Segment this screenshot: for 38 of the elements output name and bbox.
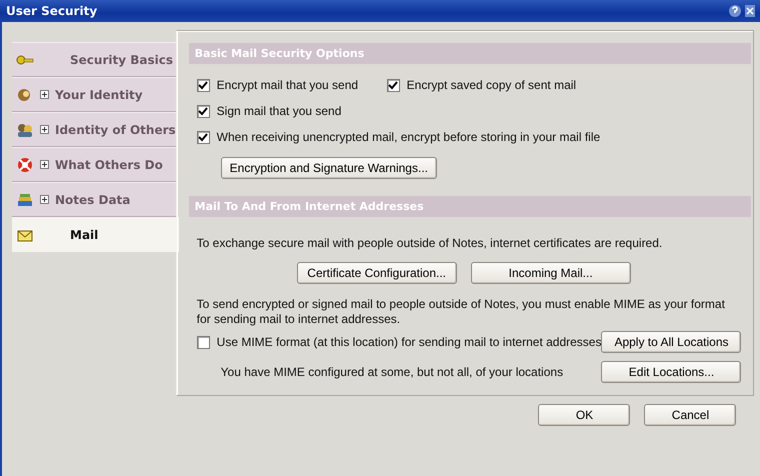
check-mark-icon [388, 80, 398, 90]
sidebar-item[interactable]: Notes Data [12, 182, 176, 217]
section-header: Mail To And From Internet Addresses [188, 196, 752, 217]
info-text: To send encrypted or signed mail to people outside of Notes, you must enable MIME as your format for sending mail to internet addresses. [196, 297, 726, 327]
checkbox[interactable] [386, 78, 400, 92]
sidebar-item[interactable]: Your Identity [12, 77, 176, 112]
checkbox[interactable] [196, 78, 210, 92]
sidebar-item[interactable]: Mail [12, 217, 179, 252]
checkbox[interactable] [196, 336, 210, 348]
info-text: To exchange secure mail with people outside of Notes, internet certificates are required. [196, 236, 662, 250]
checkbox-label: Encrypt saved copy of sent mail [406, 78, 576, 92]
help-icon [728, 4, 742, 18]
window-title: User Security [6, 4, 98, 18]
dialog-button[interactable]: Encryption and Signature Warnings... [220, 157, 437, 179]
dialog-button[interactable]: Cancel [644, 404, 736, 426]
dialog-button[interactable]: OK [538, 404, 630, 426]
people-icon [16, 122, 34, 138]
dialog-button[interactable]: Apply to All Locations [601, 331, 742, 353]
sidebar-item[interactable]: Identity of Others [12, 112, 176, 147]
dialog-button[interactable]: Incoming Mail... [470, 262, 631, 284]
check-mark-icon [198, 106, 208, 116]
sidebar-item[interactable]: What Others Do [12, 147, 176, 182]
checkbox[interactable] [196, 104, 210, 118]
checkbox[interactable] [196, 130, 210, 144]
info-text: You have MIME configured at some, but not all, of your locations [220, 364, 564, 380]
dialog-button[interactable]: Certificate Configuration... [296, 262, 457, 284]
lifebuoy-icon [16, 156, 34, 172]
books-icon [16, 192, 34, 208]
checkbox-label: Encrypt mail that you send [216, 78, 358, 92]
section-header: Basic Mail Security Options [188, 43, 752, 64]
checkbox-label: Sign mail that you send [216, 104, 342, 118]
check-mark-icon [198, 132, 208, 142]
checkbox-label: When receiving unencrypted mail, encrypt before storing in your mail file [216, 130, 600, 144]
checkbox-label: Use MIME format (at this location) for sending mail to internet addresses [216, 335, 602, 349]
dialog-button[interactable]: Edit Locations... [601, 361, 742, 383]
sidebar-item[interactable]: Security Basics [12, 42, 176, 77]
check-mark-icon [198, 80, 208, 90]
close-icon [744, 4, 756, 18]
